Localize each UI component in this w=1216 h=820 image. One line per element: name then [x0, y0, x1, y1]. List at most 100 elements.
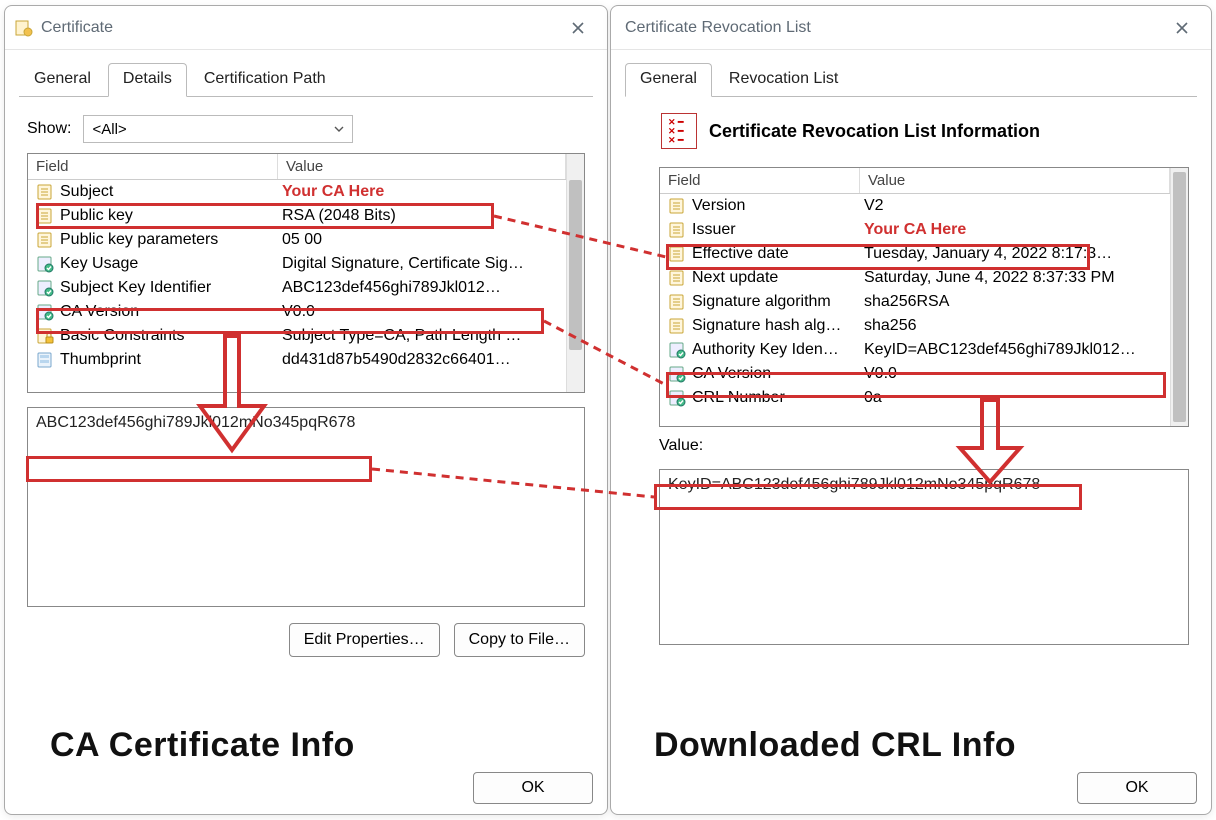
property-icon — [666, 365, 688, 383]
list-item[interactable]: SubjectYour CA Here — [28, 180, 566, 204]
property-icon — [34, 303, 56, 321]
list-item[interactable]: Basic ConstraintsSubject Type=CA, Path L… — [28, 324, 566, 348]
field-list: Field Value VersionV2IssuerYour CA HereE… — [659, 167, 1189, 427]
list-item[interactable]: Public keyRSA (2048 Bits) — [28, 204, 566, 228]
field-value: V0.0 — [282, 300, 560, 324]
scrollbar-thumb[interactable] — [1173, 172, 1186, 422]
edit-properties-button[interactable]: Edit Properties… — [289, 623, 440, 657]
tabs: General Details Certification Path — [19, 62, 593, 97]
list-item[interactable]: Public key parameters05 00 — [28, 228, 566, 252]
field-value: ABC123def456ghi789Jkl012… — [282, 276, 560, 300]
detail-value: ABC123def456ghi789Jkl012mNo345pqR678 — [36, 414, 355, 431]
list-item[interactable]: Thumbprintdd431d87b5490d2832c66401… — [28, 348, 566, 372]
field-value: Subject Type=CA, Path Length … — [282, 324, 560, 348]
field-name: CA Version — [692, 362, 864, 386]
field-value: Tuesday, January 4, 2022 8:17:3… — [864, 242, 1164, 266]
close-button[interactable] — [559, 13, 597, 43]
field-name: Subject — [60, 180, 282, 204]
close-icon — [572, 22, 584, 34]
field-name: Thumbprint — [60, 348, 282, 372]
field-value: Your CA Here — [864, 218, 1164, 242]
field-value: RSA (2048 Bits) — [282, 204, 560, 228]
scrollbar-thumb[interactable] — [569, 180, 582, 350]
field-name: Signature hash alg… — [692, 314, 864, 338]
list-item[interactable]: Authority Key Iden…KeyID=ABC123def456ghi… — [660, 338, 1170, 362]
field-value: V2 — [864, 194, 1164, 218]
show-select[interactable]: <All> — [83, 115, 353, 143]
field-value: Your CA Here — [282, 180, 560, 204]
property-icon — [666, 197, 688, 215]
dialog-title: Certificate Revocation List — [625, 19, 1163, 37]
caption-right: Downloaded CRL Info — [654, 726, 1016, 765]
dialog-title: Certificate — [41, 19, 559, 37]
field-value: sha256 — [864, 314, 1164, 338]
field-name: Effective date — [692, 242, 864, 266]
field-value: sha256RSA — [864, 290, 1164, 314]
header-field[interactable]: Field — [660, 168, 860, 193]
property-icon — [666, 341, 688, 359]
tab-general[interactable]: General — [625, 63, 712, 97]
tab-general[interactable]: General — [19, 63, 106, 97]
property-icon — [34, 279, 56, 297]
property-icon — [34, 183, 56, 201]
field-value: KeyID=ABC123def456ghi789Jkl012… — [864, 338, 1164, 362]
field-name: CA Version — [60, 300, 282, 324]
header-value[interactable]: Value — [278, 154, 566, 179]
titlebar: Certificate Revocation List — [611, 6, 1211, 50]
property-icon — [34, 231, 56, 249]
list-item[interactable]: Effective dateTuesday, January 4, 2022 8… — [660, 242, 1170, 266]
header-field[interactable]: Field — [28, 154, 278, 179]
header-value[interactable]: Value — [860, 168, 1170, 193]
list-item[interactable]: Subject Key IdentifierABC123def456ghi789… — [28, 276, 566, 300]
close-button[interactable] — [1163, 13, 1201, 43]
field-name: Public key parameters — [60, 228, 282, 252]
field-value: 0a — [864, 386, 1164, 410]
field-name: Subject Key Identifier — [60, 276, 282, 300]
ok-button[interactable]: OK — [1077, 772, 1197, 804]
list-item[interactable]: CRL Number0a — [660, 386, 1170, 410]
scrollbar[interactable] — [1170, 168, 1188, 426]
scrollbar[interactable] — [566, 154, 584, 392]
field-name: CRL Number — [692, 386, 864, 410]
property-icon — [666, 389, 688, 407]
field-name: Basic Constraints — [60, 324, 282, 348]
detail-pane: KeyID=ABC123def456ghi789Jkl012mNo345pqR6… — [659, 469, 1189, 645]
ok-button[interactable]: OK — [473, 772, 593, 804]
certificate-dialog: Certificate General Details Certificatio… — [4, 5, 608, 815]
field-name: Issuer — [692, 218, 864, 242]
tab-certification-path[interactable]: Certification Path — [189, 63, 341, 97]
field-value: dd431d87b5490d2832c66401… — [282, 348, 560, 372]
tab-revocation-list[interactable]: Revocation List — [714, 63, 853, 97]
show-row: Show: <All> — [27, 115, 585, 143]
list-item[interactable]: Signature hash alg…sha256 — [660, 314, 1170, 338]
property-icon — [666, 293, 688, 311]
field-value: 05 00 — [282, 228, 560, 252]
property-icon — [666, 317, 688, 335]
field-value: Saturday, June 4, 2022 8:37:33 PM — [864, 266, 1164, 290]
titlebar: Certificate — [5, 6, 607, 50]
button-row: Edit Properties… Copy to File… — [27, 623, 585, 657]
list-item[interactable]: IssuerYour CA Here — [660, 218, 1170, 242]
property-icon — [34, 207, 56, 225]
tab-details[interactable]: Details — [108, 63, 187, 97]
field-name: Key Usage — [60, 252, 282, 276]
info-header: ✕ ━✕ ━✕ ━ Certificate Revocation List In… — [661, 113, 1181, 149]
list-item[interactable]: CA VersionV0.0 — [660, 362, 1170, 386]
list-item[interactable]: Next updateSaturday, June 4, 2022 8:37:3… — [660, 266, 1170, 290]
property-icon — [34, 327, 56, 345]
detail-value: KeyID=ABC123def456ghi789Jkl012mNo345pqR6… — [668, 476, 1040, 493]
crl-dialog: Certificate Revocation List General Revo… — [610, 5, 1212, 815]
property-icon — [666, 269, 688, 287]
copy-to-file-button[interactable]: Copy to File… — [454, 623, 585, 657]
list-item[interactable]: Key UsageDigital Signature, Certificate … — [28, 252, 566, 276]
caption-left: CA Certificate Info — [50, 726, 355, 765]
list-item[interactable]: Signature algorithmsha256RSA — [660, 290, 1170, 314]
crl-icon: ✕ ━✕ ━✕ ━ — [661, 113, 697, 149]
list-item[interactable]: VersionV2 — [660, 194, 1170, 218]
field-name: Next update — [692, 266, 864, 290]
property-icon — [666, 221, 688, 239]
chevron-down-icon — [334, 126, 344, 132]
list-item[interactable]: CA VersionV0.0 — [28, 300, 566, 324]
value-label: Value: — [659, 437, 1189, 455]
tabs: General Revocation List — [625, 62, 1197, 97]
